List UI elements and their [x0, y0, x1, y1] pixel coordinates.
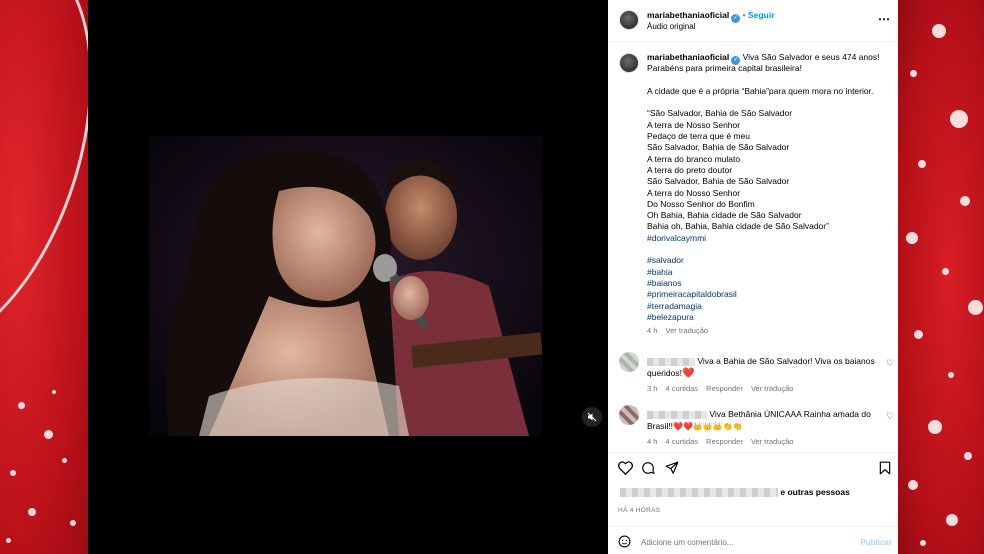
post-panel: mariabethaniaoficial ✓ • Seguir Áudio ori… — [608, 0, 898, 554]
heart-icon[interactable] — [618, 461, 633, 475]
comment-username-blurred[interactable] — [647, 410, 707, 419]
avatar[interactable] — [619, 10, 639, 30]
comment-meta: 4 h 4 curtidas Responder Ver tradução — [647, 437, 879, 446]
likes-suffix[interactable]: e outras pessoas — [780, 487, 849, 497]
post-header: mariabethaniaoficial ✓ • Seguir Áudio ori… — [608, 0, 898, 42]
caption-body: Parabéns para primeira capital brasileir… — [647, 63, 892, 232]
comment-likes[interactable]: 4 curtidas — [666, 437, 699, 446]
bookmark-icon[interactable] — [879, 461, 891, 475]
emoji-icon[interactable] — [618, 535, 631, 548]
caption-text: Viva São Salvador e seus 474 anos! — [742, 52, 880, 62]
caption-line: A cidade que é a própria “Bahia”para que… — [647, 85, 874, 96]
hashtag-link[interactable]: #baianos — [647, 278, 892, 289]
comment-bar: Adicione um comentário... Publicar — [608, 526, 898, 554]
hashtag-link[interactable]: #terradamagia — [647, 301, 892, 312]
hashtag-link[interactable]: #belezapura — [647, 312, 892, 323]
caption-line: Parabéns para primeira capital brasileir… — [647, 63, 802, 74]
caption-line: A terra de Nosso Senhor — [647, 119, 741, 130]
caption-time: 4 h — [647, 326, 658, 336]
caption-line: A terra do preto doutor — [647, 164, 733, 175]
comment-time: 4 h — [647, 437, 658, 446]
comment-like-heart-icon[interactable]: ♡ — [886, 358, 894, 369]
hashtag-link[interactable]: #salvador — [647, 255, 892, 266]
caption-meta: 4 h Ver tradução — [647, 326, 892, 335]
comment-time: 3 h — [647, 384, 658, 393]
caption-line: Do Nosso Senhor do Bonfim — [647, 198, 755, 209]
caption-avatar[interactable] — [619, 53, 639, 73]
caption: mariabethaniaoficial ✓ Viva São Salvador … — [647, 52, 892, 335]
caption-line: A terra do Nosso Senhor — [647, 187, 741, 198]
more-icon[interactable]: ⋯ — [878, 12, 891, 26]
comment-avatar[interactable] — [619, 405, 639, 425]
comment-item: Viva a Bahia de São Salvador! Viva os ba… — [647, 355, 879, 393]
caption-line: “São Salvador, Bahia de São Salvador — [647, 108, 793, 119]
comment-text-line2: queridos! — [647, 368, 682, 378]
caption-line: São Salvador, Bahia de São Salvador — [647, 142, 790, 153]
video-player[interactable] — [88, 0, 608, 554]
emoji-string: ❤️❤️👑👑👑👏👏 — [672, 422, 743, 431]
comment-item: Viva Bethânia ÚNICAAA Rainha amada do Br… — [647, 408, 879, 446]
comment-like-heart-icon[interactable]: ♡ — [886, 411, 894, 422]
publish-button[interactable]: Publicar — [860, 538, 892, 547]
comment-username-blurred[interactable] — [647, 357, 695, 366]
background-right — [898, 0, 984, 554]
comment-icon[interactable] — [641, 461, 655, 475]
comment-text-line1: Viva a Bahia de São Salvador! Viva os ba… — [697, 356, 875, 366]
caption-line: Oh Bahia, Bahia cidade de São Salvador — [647, 210, 802, 221]
muted-speaker-icon — [587, 412, 597, 422]
translate-link[interactable]: Ver tradução — [751, 384, 794, 393]
comment-text-line1: Viva Bethânia ÚNICAAA Rainha amada do — [709, 409, 871, 419]
post-timestamp: HÁ 4 HORAS — [618, 507, 661, 514]
comment-input[interactable]: Adicione um comentário... — [641, 538, 734, 547]
hashtag-link[interactable]: #dorivalcaymmi — [647, 233, 892, 244]
comment-text: Viva a Bahia de São Salvador! Viva os ba… — [647, 355, 879, 380]
caption-line: Pedaço de terra que é meu — [647, 131, 751, 142]
heart-emoji: ❤️ — [681, 368, 695, 379]
audio-label[interactable]: Áudio original — [647, 22, 695, 31]
comment-text-line2: Brasil!! — [647, 421, 673, 431]
hashtag-link[interactable]: #bahia — [647, 267, 892, 278]
video-frame[interactable] — [149, 136, 542, 436]
video-still-image — [149, 136, 542, 436]
likes-line: e outras pessoas — [620, 487, 850, 498]
caption-first-line: mariabethaniaoficial ✓ Viva São Salvador … — [647, 52, 892, 65]
caption-line: São Salvador, Bahia de São Salvador — [647, 176, 790, 187]
share-icon[interactable] — [665, 461, 679, 475]
header-username[interactable]: mariabethaniaoficial — [647, 10, 729, 20]
comment-meta: 3 h 4 curtidas Responder Ver tradução — [647, 384, 879, 393]
comment-avatar[interactable] — [619, 352, 639, 372]
hashtag-link[interactable]: #primeiracapitaldobrasil — [647, 289, 892, 300]
caption-line — [647, 75, 892, 86]
caption-line — [647, 97, 892, 108]
reply-button[interactable]: Responder — [706, 437, 743, 446]
caption-username[interactable]: mariabethaniaoficial — [647, 52, 729, 62]
translate-link[interactable]: Ver tradução — [751, 437, 794, 446]
verified-badge-icon: ✓ — [731, 14, 741, 23]
caption-line: A terra do branco mulato — [647, 153, 741, 164]
caption-translate-link[interactable]: Ver tradução — [666, 326, 709, 335]
reply-button[interactable]: Responder — [706, 384, 743, 393]
background-left — [0, 0, 88, 554]
follow-button[interactable]: Seguir — [748, 10, 774, 20]
liked-by-blurred[interactable] — [620, 488, 778, 498]
mute-button[interactable] — [582, 407, 602, 427]
caption-hashtags: #dorivalcaymmi #salvador #bahia #baianos #pr… — [647, 233, 892, 323]
comment-text: Viva Bethânia ÚNICAAA Rainha amada do Br… — [647, 408, 879, 433]
caption-line: Bahia oh, Bahia, Bahia cidade de São Sal… — [647, 221, 829, 232]
comment-likes[interactable]: 4 curtidas — [666, 384, 699, 393]
